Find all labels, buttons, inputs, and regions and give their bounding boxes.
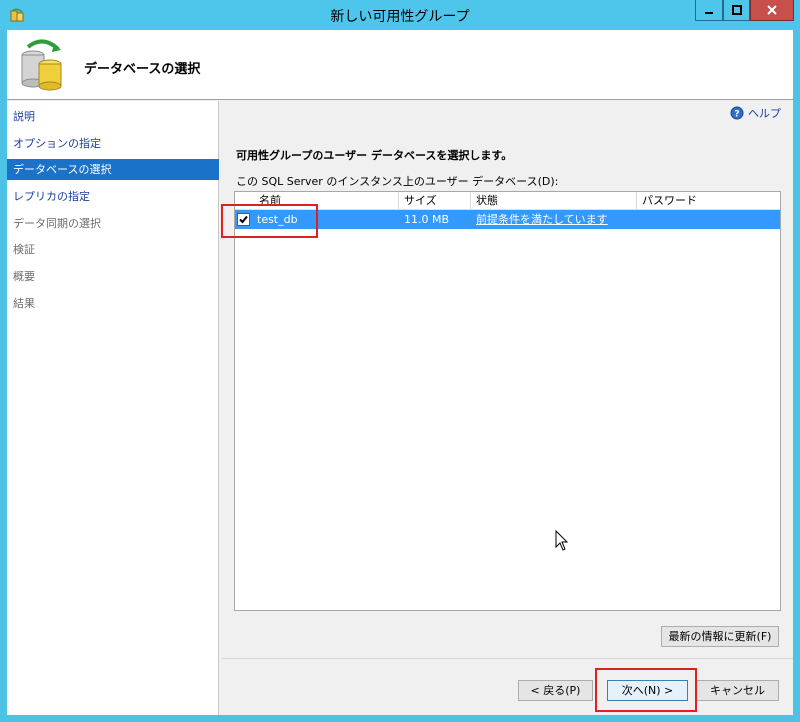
footer-divider xyxy=(222,658,793,659)
page-header: データベースの選択 xyxy=(7,30,793,100)
database-sync-icon xyxy=(21,39,62,91)
dialog-window: 新しい可用性グループ データベースの選択 説明 オプションの指定 データベースの… xyxy=(0,0,800,722)
column-header-status[interactable]: 状態 xyxy=(471,192,637,209)
highlight-box-row xyxy=(221,204,318,238)
database-list-label: この SQL Server のインスタンス上のユーザー データベース(D): xyxy=(236,175,559,188)
maximize-icon xyxy=(731,5,742,15)
help-link[interactable]: ? ヘルプ xyxy=(730,105,781,121)
window-title: 新しい可用性グループ xyxy=(330,9,470,25)
dialog-client-area: データベースの選択 説明 オプションの指定 データベースの選択 レプリカの指定 … xyxy=(7,30,793,715)
page-title: データベースの選択 xyxy=(84,62,201,77)
minimize-icon xyxy=(705,12,713,14)
sidebar-item-introduction[interactable]: 説明 xyxy=(7,106,219,127)
maximize-button[interactable] xyxy=(723,0,750,21)
sidebar-item-specify-options[interactable]: オプションの指定 xyxy=(7,133,219,154)
cancel-button[interactable]: キャンセル xyxy=(696,680,779,701)
sidebar-item-select-databases[interactable]: データベースの選択 xyxy=(7,159,219,180)
sidebar-item-specify-replicas[interactable]: レプリカの指定 xyxy=(7,186,219,207)
wizard-steps-sidebar: 説明 オプションの指定 データベースの選択 レプリカの指定 データ同期の選択 検… xyxy=(7,101,219,715)
highlight-box-next xyxy=(595,668,697,712)
sidebar-item-summary: 概要 xyxy=(13,270,35,283)
close-icon xyxy=(767,5,777,15)
column-header-password[interactable]: パスワード xyxy=(637,192,780,209)
title-bar[interactable]: 新しい可用性グループ xyxy=(0,0,800,30)
mouse-cursor-icon xyxy=(555,530,569,551)
help-icon: ? xyxy=(730,106,744,120)
sidebar-item-validation: 検証 xyxy=(13,243,35,256)
database-size-cell: 11.0 MB xyxy=(404,213,450,226)
database-list[interactable]: 名前 サイズ 状態 パスワード test_db 11.0 MB 前提条件を満たし… xyxy=(234,191,781,611)
section-heading: 可用性グループのユーザー データベースを選択します。 xyxy=(236,149,513,162)
close-button[interactable] xyxy=(750,0,794,21)
back-button[interactable]: < 戻る(P) xyxy=(518,680,593,701)
refresh-button[interactable]: 最新の情報に更新(F) xyxy=(661,626,779,647)
help-label: ヘルプ xyxy=(748,107,781,120)
sidebar-item-results: 結果 xyxy=(13,297,35,310)
status-link[interactable]: 前提条件を満たしています xyxy=(476,210,608,229)
svg-text:?: ? xyxy=(734,110,739,120)
minimize-button[interactable] xyxy=(695,0,723,21)
column-header-size[interactable]: サイズ xyxy=(399,192,471,209)
sidebar-item-data-sync: データ同期の選択 xyxy=(13,217,101,230)
